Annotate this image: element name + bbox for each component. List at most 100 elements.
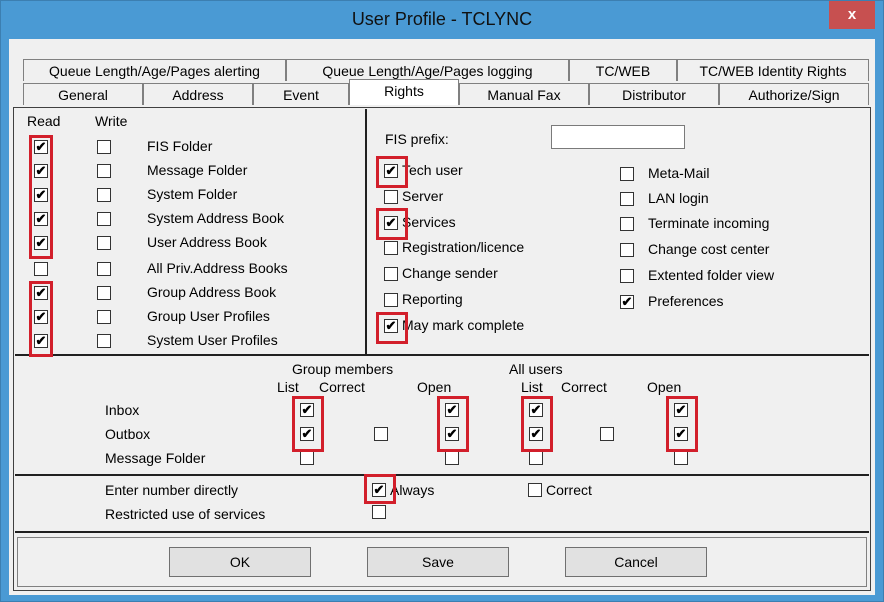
user-profile-window: User Profile - TCLYNC x Queue Length/Age… bbox=[0, 0, 884, 602]
change-cost-center-checkbox[interactable] bbox=[620, 243, 634, 257]
panel-divider-vertical bbox=[365, 109, 367, 355]
highlight-read-bottom bbox=[29, 281, 53, 357]
panel-divider-2 bbox=[15, 474, 869, 476]
folder-label-fis-folder: FIS Folder bbox=[147, 138, 213, 154]
extented-folder-view-checkbox[interactable] bbox=[620, 269, 634, 283]
all-users-label: All users bbox=[509, 361, 563, 377]
folder-label-message-folder: Message Folder bbox=[147, 162, 248, 178]
preferences-label: Preferences bbox=[648, 293, 724, 309]
folder-label-system-folder: System Folder bbox=[147, 186, 238, 202]
lan-login-label: LAN login bbox=[648, 190, 709, 206]
registration-licence-checkbox[interactable] bbox=[384, 241, 398, 255]
row-label-message-folder: Message Folder bbox=[105, 450, 206, 466]
highlight-au-open bbox=[666, 396, 698, 452]
tab-rights[interactable]: Rights bbox=[349, 79, 459, 105]
group-members-label: Group members bbox=[292, 361, 394, 377]
folder-label-group-address-book: Group Address Book bbox=[147, 284, 277, 300]
tab-address[interactable]: Address bbox=[143, 83, 253, 105]
write-message-folder-checkbox[interactable] bbox=[97, 164, 111, 178]
preferences-checkbox[interactable]: ✔ bbox=[620, 295, 634, 309]
outbox-au-correct-checkbox[interactable] bbox=[600, 427, 614, 441]
tab-queue-alerting[interactable]: Queue Length/Age/Pages alerting bbox=[23, 59, 286, 81]
meta-mail-checkbox[interactable] bbox=[620, 167, 634, 181]
window-title: User Profile - TCLYNC bbox=[351, 9, 533, 29]
gm-list-header: List bbox=[277, 379, 299, 395]
write-user-address-book-checkbox[interactable] bbox=[97, 236, 111, 250]
write-system-folder-checkbox[interactable] bbox=[97, 188, 111, 202]
server-label: Server bbox=[402, 188, 444, 204]
write-system-user-profiles-checkbox[interactable] bbox=[97, 334, 111, 348]
reporting-label: Reporting bbox=[402, 291, 463, 307]
write-fis-folder-checkbox[interactable] bbox=[97, 140, 111, 154]
tab-manual-fax[interactable]: Manual Fax bbox=[459, 83, 589, 105]
highlight-tech-user bbox=[376, 156, 408, 188]
highlight-gm-open bbox=[437, 396, 469, 452]
write-group-address-book-checkbox[interactable] bbox=[97, 286, 111, 300]
meta-mail-label: Meta-Mail bbox=[648, 165, 710, 181]
folder-label-group-user-profiles: Group User Profiles bbox=[147, 308, 270, 324]
cancel-button[interactable]: Cancel bbox=[565, 547, 707, 577]
tab-tc-web[interactable]: TC/WEB bbox=[569, 59, 677, 81]
may-mark-complete-label: May mark complete bbox=[402, 317, 525, 333]
gm-correct-header: Correct bbox=[319, 379, 365, 395]
read-header: Read bbox=[27, 113, 61, 129]
correct-label: Correct bbox=[546, 482, 592, 498]
check-icon: ✔ bbox=[621, 294, 633, 309]
terminate-incoming-label: Terminate incoming bbox=[648, 215, 770, 231]
tech-user-label: Tech user bbox=[402, 162, 463, 178]
always-label: Always bbox=[390, 482, 435, 498]
fis-prefix-input[interactable] bbox=[551, 125, 685, 149]
highlight-services bbox=[376, 208, 408, 240]
folder-label-system-address-book: System Address Book bbox=[147, 210, 284, 226]
lan-login-checkbox[interactable] bbox=[620, 192, 634, 206]
reporting-checkbox[interactable] bbox=[384, 293, 398, 307]
message-folder-au-open-checkbox[interactable] bbox=[674, 451, 688, 465]
terminate-incoming-checkbox[interactable] bbox=[620, 217, 634, 231]
write-all-priv-address-books-checkbox[interactable] bbox=[97, 262, 111, 276]
extented-folder-view-label: Extented folder view bbox=[648, 267, 775, 283]
message-folder-au-list-checkbox[interactable] bbox=[529, 451, 543, 465]
message-folder-gm-open-checkbox[interactable] bbox=[445, 451, 459, 465]
tab-tc-web-identity-rights[interactable]: TC/WEB Identity Rights bbox=[677, 59, 869, 81]
change-cost-center-label: Change cost center bbox=[648, 241, 770, 257]
save-button[interactable]: Save bbox=[367, 547, 509, 577]
highlight-gm-list bbox=[292, 396, 324, 452]
write-header: Write bbox=[95, 113, 128, 129]
gm-open-header: Open bbox=[417, 379, 452, 395]
read-all-priv-address-books-checkbox[interactable] bbox=[34, 262, 48, 276]
restricted-services-label: Restricted use of services bbox=[105, 506, 266, 522]
highlight-read-top bbox=[29, 135, 53, 259]
tab-general[interactable]: General bbox=[23, 83, 143, 105]
outbox-gm-correct-checkbox[interactable] bbox=[374, 427, 388, 441]
enter-number-label: Enter number directly bbox=[105, 482, 239, 498]
restricted-services-checkbox[interactable] bbox=[372, 505, 386, 519]
panel-divider-3 bbox=[15, 531, 869, 533]
tab-distributor[interactable]: Distributor bbox=[589, 83, 719, 105]
tab-authorize-sign[interactable]: Authorize/Sign bbox=[719, 83, 869, 105]
write-system-address-book-checkbox[interactable] bbox=[97, 212, 111, 226]
folder-label-system-user-profiles: System User Profiles bbox=[147, 332, 278, 348]
highlight-au-list bbox=[521, 396, 553, 452]
change-sender-label: Change sender bbox=[402, 265, 498, 281]
row-label-outbox: Outbox bbox=[105, 426, 151, 442]
folder-label-user-address-book: User Address Book bbox=[147, 234, 267, 250]
server-checkbox[interactable] bbox=[384, 190, 398, 204]
title-bar[interactable]: User Profile - TCLYNC x bbox=[1, 1, 883, 39]
change-sender-checkbox[interactable] bbox=[384, 267, 398, 281]
dialog-client-area: Queue Length/Age/Pages alerting Queue Le… bbox=[9, 39, 875, 595]
close-button[interactable]: x bbox=[829, 1, 875, 29]
close-icon: x bbox=[847, 6, 857, 23]
correct-checkbox[interactable] bbox=[528, 483, 542, 497]
registration-licence-label: Registration/licence bbox=[402, 239, 525, 255]
tab-event[interactable]: Event bbox=[253, 83, 349, 105]
highlight-always bbox=[364, 474, 396, 504]
fis-prefix-label: FIS prefix: bbox=[385, 131, 449, 147]
ok-button[interactable]: OK bbox=[169, 547, 311, 577]
folder-label-all-priv-address-books: All Priv.Address Books bbox=[147, 260, 288, 276]
message-folder-gm-list-checkbox[interactable] bbox=[300, 451, 314, 465]
row-label-inbox: Inbox bbox=[105, 402, 140, 418]
write-group-user-profiles-checkbox[interactable] bbox=[97, 310, 111, 324]
services-label: Services bbox=[402, 214, 456, 230]
panel-divider-1 bbox=[15, 354, 869, 356]
tab-queue-logging[interactable]: Queue Length/Age/Pages logging bbox=[286, 59, 569, 81]
